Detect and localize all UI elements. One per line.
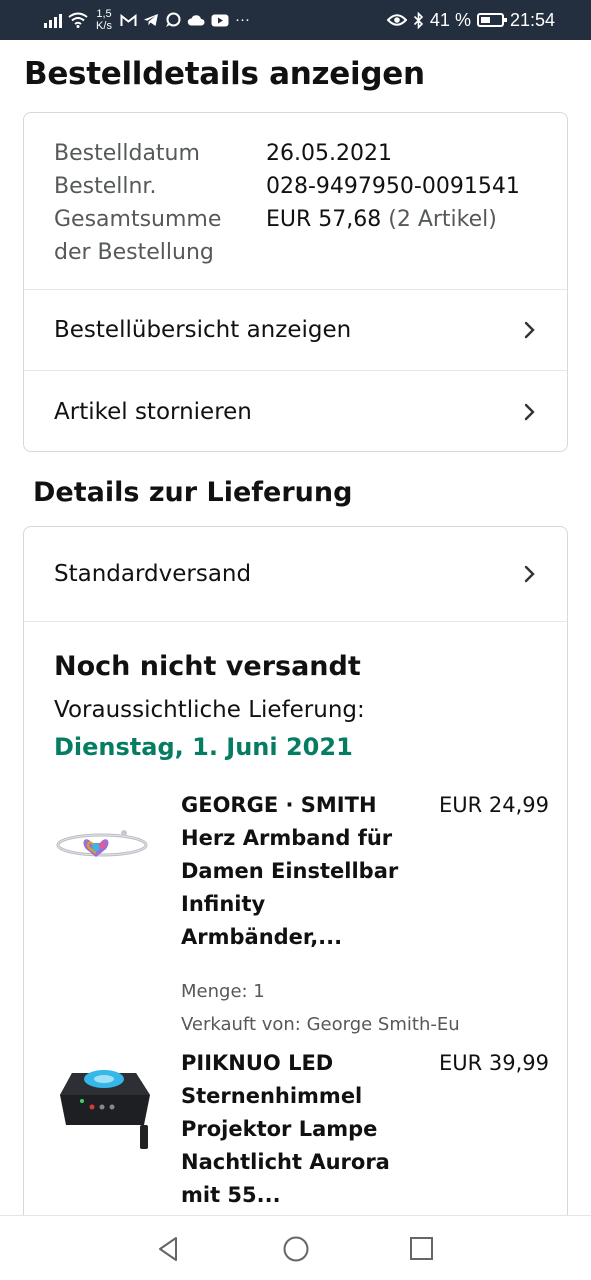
network-speed: 1,5 K/s [94,8,114,32]
delivery-section-title: Details zur Lieferung [33,477,353,508]
item-title-line: mit 55... [181,1183,281,1207]
order-total-label: Gesamtsumme der Bestellung [54,203,266,269]
order-total-items: (2 Artikel) [388,207,497,232]
battery-icon [476,13,507,27]
order-date-row: Bestelldatum 26.05.2021 [54,137,567,170]
item-title-line: GEORGE · SMITH [181,793,377,817]
status-bar: 1,5 K/s ··· 41 % 21:54 [0,0,591,40]
item-quantity: Menge: 1 [181,981,265,1002]
home-icon[interactable] [281,1234,311,1264]
cancel-items-link[interactable]: Artikel stornieren [24,371,567,451]
chevron-right-icon [524,321,535,339]
shipping-method-link[interactable]: Standardversand [24,527,567,622]
order-total-amount: EUR 57,68 [266,207,382,232]
order-info: Bestelldatum 26.05.2021 Bestellnr. 028-9… [24,113,567,290]
order-total-label-line2: der Bestellung [54,240,214,265]
item-title-line: Armbänder,... [181,925,343,949]
back-icon[interactable] [154,1234,184,1264]
shipping-method-label: Standardversand [54,561,252,587]
status-bar-right: 41 % 21:54 [386,0,555,40]
item-title-line: Infinity [181,892,266,916]
order-total-value: EUR 57,68 (2 Artikel) [266,203,497,236]
network-speed-unit: K/s [96,20,112,32]
order-number-label: Bestellnr. [54,174,157,199]
battery-percent: 41 % [429,9,471,30]
clock: 21:54 [509,9,555,30]
item-price: EUR 24,99 [438,793,549,817]
network-speed-value: 1,5 [96,8,112,20]
delivery-estimate-label: Voraussichtliche Lieferung: [54,697,365,723]
order-number-value: 028-9497950-0091541 [266,174,520,199]
item-title-line: Nachtlicht Aurora [181,1150,390,1174]
item-seller: Verkauft von: George Smith-Eu [181,1014,460,1035]
wifi-icon [68,12,88,28]
item-title[interactable]: GEORGE · SMITH Herz Armband für Damen Ei… [181,789,413,954]
chevron-right-icon [524,565,535,583]
item-title-line: PIIKNUO LED [181,1051,334,1075]
projector-product-image[interactable] [52,1055,156,1155]
item-title-line: Sternenhimmel [181,1084,363,1108]
delivery-card: Standardversand Noch nicht versandt Vora… [23,526,568,1246]
chevron-right-icon [524,403,535,420]
view-order-summary-label: Bestellübersicht anzeigen [54,317,352,343]
order-number-row: Bestellnr. 028-9497950-0091541 [54,170,567,203]
order-total-label-line1: Gesamtsumme [54,207,222,232]
delivery-estimate-date: Dienstag, 1. Juni 2021 [54,733,353,761]
signal-icon [44,12,62,28]
whatsapp-icon [166,12,181,27]
order-date-value: 26.05.2021 [266,141,392,166]
order-total-row: Gesamtsumme der Bestellung EUR 57,68 (2 … [54,203,567,269]
cancel-items-label: Artikel stornieren [54,398,252,425]
eye-icon [386,14,407,26]
item-title[interactable]: PIIKNUO LED Sternenhimmel Projektor Lamp… [181,1047,413,1212]
recents-icon[interactable] [407,1234,437,1264]
item-title-line: Herz Armband für [181,826,393,850]
system-navigation-bar [0,1215,591,1280]
shipment-status: Noch nicht versandt [54,651,361,682]
status-bar-left: 1,5 K/s ··· [44,0,250,40]
youtube-icon [211,14,229,26]
bluetooth-icon [413,11,424,29]
view-order-summary-link[interactable]: Bestellübersicht anzeigen [24,290,567,371]
gmail-icon [120,13,137,26]
order-summary-card: Bestelldatum 26.05.2021 Bestellnr. 028-9… [23,112,568,452]
item-title-line: Projektor Lampe [181,1117,378,1141]
more-icon: ··· [235,11,250,28]
item-price: EUR 39,99 [438,1051,549,1075]
telegram-icon [144,14,158,26]
item-title-line: Damen Einstellbar [181,859,399,883]
cloud-icon [187,15,205,26]
order-date-label: Bestelldatum [54,141,200,166]
bracelet-product-image[interactable] [52,801,156,901]
page-title: Bestelldetails anzeigen [24,56,425,92]
